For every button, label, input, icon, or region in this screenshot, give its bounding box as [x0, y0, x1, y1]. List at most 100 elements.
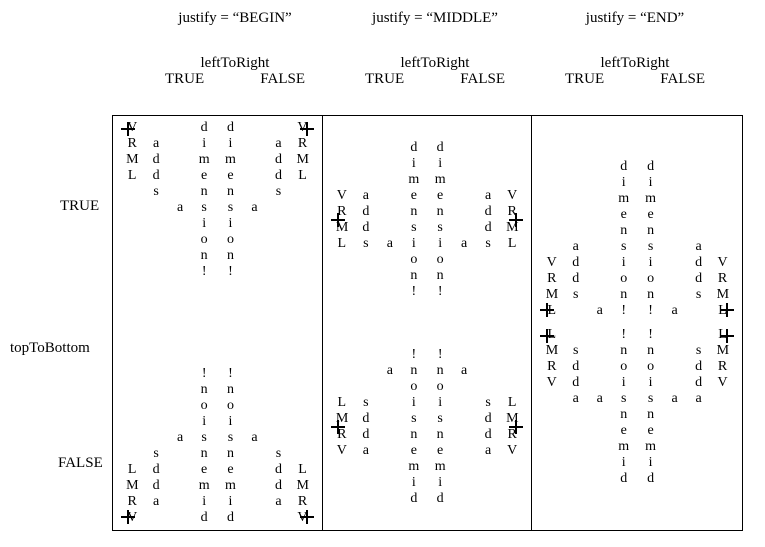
vcol: !noisnemid	[618, 327, 630, 487]
justify-header-middle: justify = “MIDDLE”	[335, 10, 535, 27]
vcol: LMRV	[296, 462, 308, 526]
subcell-ltrT: LMRV sdda a !noisnemid	[329, 327, 427, 526]
vertical-text: dimension! a adds VRML	[434, 140, 518, 300]
vcol: adds	[150, 136, 162, 280]
vcol: sdda	[570, 343, 582, 487]
vcol: !noisnemid	[434, 347, 446, 507]
cell-ttbF-middle: LMRV sdda a !noisnemid !noisnemid a sdda…	[323, 323, 533, 530]
justify-header-begin: justify = “BEGIN”	[135, 10, 335, 27]
vcol: LMRV	[546, 327, 558, 487]
diagram-root: justify = “BEGIN” justify = “MIDDLE” jus…	[0, 0, 765, 547]
justify-header-end: justify = “END”	[535, 10, 735, 27]
vcol: VRML	[336, 188, 348, 300]
vcol: dimension!	[198, 120, 210, 280]
ltr-label: leftToRight	[535, 55, 735, 72]
subcell-ltrT: VRML adds a dimension!	[538, 120, 637, 319]
subcell-ltrT: LMRV sdda a !noisnemid	[119, 327, 217, 526]
vcol: VRML	[506, 188, 518, 300]
vcol: adds	[272, 136, 284, 280]
vertical-text: LMRV sdda a !noisnemid	[546, 327, 630, 487]
ltr-true: TRUE	[165, 71, 204, 88]
vcol: !noisnemid	[224, 366, 236, 526]
vcol: a	[669, 391, 681, 487]
subcell-ltrT: VRML adds a dimension!	[119, 120, 217, 319]
ltr-true: TRUE	[365, 71, 404, 88]
vertical-text: !noisnemid a sdda LMRV	[434, 347, 518, 507]
ttb-row-false-label: FALSE	[58, 455, 103, 472]
vcol: !noisnemid	[408, 347, 420, 507]
subcell-ltrF: !noisnemid a sdda LMRV	[637, 327, 736, 526]
vcol: dimension!	[408, 140, 420, 300]
vertical-text: !noisnemid a sdda LMRV	[224, 366, 308, 526]
vcol: !noisnemid	[645, 327, 657, 487]
ltr-header-row: leftToRight TRUE FALSE leftToRight TRUE …	[135, 55, 755, 88]
subcell-ltrF: dimension! a adds VRML	[217, 120, 315, 319]
vcol: LMRV	[506, 395, 518, 507]
vcol: a	[458, 363, 470, 507]
vcol: a	[384, 236, 396, 300]
vcol: a	[248, 200, 260, 280]
ltr-true: TRUE	[565, 71, 604, 88]
vcol: LMRV	[336, 395, 348, 507]
justify-header-row: justify = “BEGIN” justify = “MIDDLE” jus…	[135, 10, 755, 27]
vcol: LMRV	[126, 462, 138, 526]
vcol: a	[174, 430, 186, 446]
cell-ttbF-begin: LMRV sdda a !noisnemid !noisnemid a sdda…	[113, 323, 323, 530]
vcol: a	[594, 391, 606, 487]
vcol: VRML	[546, 255, 558, 319]
ltr-false: FALSE	[660, 71, 705, 88]
vcol: dimension!	[645, 159, 657, 319]
subcell-ltrF: !noisnemid a sdda LMRV	[427, 327, 525, 526]
vcol: VRML	[717, 255, 729, 319]
vcol: dimension!	[434, 140, 446, 300]
ltr-label: leftToRight	[135, 55, 335, 72]
vcol: a	[458, 236, 470, 300]
vcol: a	[248, 430, 260, 446]
vcol: dimension!	[224, 120, 236, 280]
cell-ttbT-begin: VRML adds a dimension! dimension! a adds…	[113, 116, 323, 323]
ltr-false: FALSE	[260, 71, 305, 88]
ltr-header-cell: leftToRight TRUE FALSE	[135, 55, 335, 88]
vcol: sdda	[360, 395, 372, 507]
vcol: sdda	[150, 446, 162, 510]
vcol: sdda	[272, 446, 284, 510]
vcol: adds	[693, 239, 705, 303]
cell-ttbF-end: LMRV sdda a !noisnemid !noisnemid a sdda…	[532, 323, 742, 530]
vcol: !noisnemid	[198, 366, 210, 526]
ltr-label: leftToRight	[335, 55, 535, 72]
vcol: dimension!	[618, 159, 630, 319]
vertical-text: !noisnemid a sdda LMRV	[645, 327, 729, 487]
vcol: LMRV	[717, 327, 729, 487]
vcol: adds	[360, 188, 372, 300]
subcell-ltrF: dimension! a adds VRML	[427, 120, 525, 319]
subcell-ltrT: LMRV sdda a !noisnemid	[538, 327, 637, 526]
ltr-false: FALSE	[460, 71, 505, 88]
subcell-ltrT: VRML adds a dimension!	[329, 120, 427, 319]
vcol: VRML	[126, 120, 138, 280]
vcol: a	[384, 363, 396, 507]
ltr-header-cell: leftToRight TRUE FALSE	[335, 55, 535, 88]
vcol: adds	[570, 239, 582, 303]
subcell-ltrF: dimension! a adds VRML	[637, 120, 736, 319]
vertical-text: VRML adds a dimension!	[336, 140, 420, 300]
cell-ttbT-middle: VRML adds a dimension! dimension! a adds…	[323, 116, 533, 323]
vcol: a	[594, 303, 606, 319]
vertical-text: dimension! a adds VRML	[645, 159, 729, 319]
cell-ttbT-end: VRML adds a dimension! dimension! a adds…	[532, 116, 742, 323]
vertical-text: dimension! a adds VRML	[224, 120, 308, 280]
vcol: VRML	[296, 120, 308, 280]
alignment-grid: VRML adds a dimension! dimension! a adds…	[112, 115, 743, 531]
subcell-ltrF: !noisnemid a sdda LMRV	[217, 327, 315, 526]
vcol: sdda	[482, 395, 494, 507]
vertical-text: LMRV sdda a !noisnemid	[336, 347, 420, 507]
vcol: a	[669, 303, 681, 319]
vcol: sdda	[693, 343, 705, 487]
ltr-header-cell: leftToRight TRUE FALSE	[535, 55, 735, 88]
vertical-text: VRML adds a dimension!	[546, 159, 630, 319]
vcol: adds	[482, 188, 494, 300]
vertical-text: VRML adds a dimension!	[126, 120, 210, 280]
vcol: a	[174, 200, 186, 280]
vertical-text: LMRV sdda a !noisnemid	[126, 366, 210, 526]
ttb-row-true-label: TRUE	[60, 198, 99, 215]
ttb-axis-label: topToBottom	[10, 340, 90, 357]
